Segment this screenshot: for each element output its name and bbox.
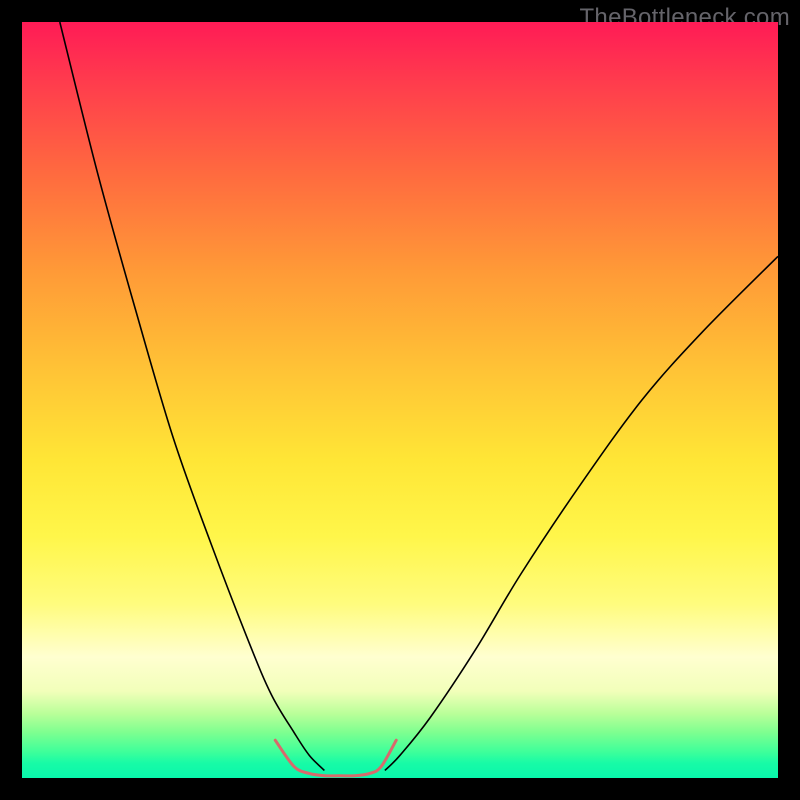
gradient-plot-area bbox=[22, 22, 778, 778]
outer-frame: TheBottleneck.com bbox=[0, 0, 800, 800]
left-curve bbox=[60, 22, 325, 770]
curve-layer bbox=[22, 22, 778, 778]
right-curve bbox=[385, 256, 778, 770]
valley-floor-highlight bbox=[275, 740, 396, 776]
